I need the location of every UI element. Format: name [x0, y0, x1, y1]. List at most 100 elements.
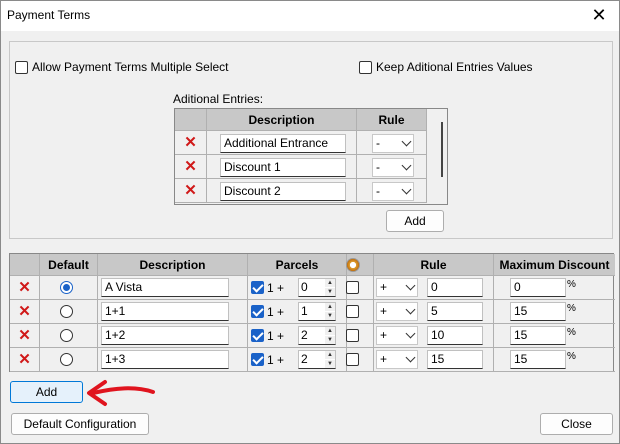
rule-value: -	[376, 184, 380, 198]
chevron-down-icon	[401, 160, 412, 171]
max-discount-input[interactable]: 15	[510, 302, 566, 321]
chevron-down-icon	[405, 304, 416, 315]
rule-value: +	[380, 304, 388, 318]
percent-unit: %	[567, 279, 576, 290]
parcels-prefix: 1 +	[267, 281, 285, 295]
rule-select[interactable]: +	[376, 350, 418, 369]
parcels-prefix: 1 +	[267, 329, 285, 343]
additional-entry-rule-select[interactable]: -	[372, 158, 414, 177]
parcels-stepper[interactable]: 0 ▲ ▼	[298, 278, 336, 297]
max-discount-input[interactable]: 0	[510, 278, 566, 297]
chevron-down-icon	[405, 352, 416, 363]
rule-value-input[interactable]: 0	[427, 278, 483, 297]
allow-multi-select-checkbox[interactable]: Allow Payment Terms Multiple Select	[15, 60, 229, 74]
delete-icon[interactable]: ✕	[10, 324, 40, 348]
delete-icon[interactable]: ✕	[10, 276, 40, 300]
spin-down-icon[interactable]: ▼	[325, 336, 335, 344]
spin-up-icon[interactable]: ▲	[325, 327, 335, 335]
chevron-down-icon	[401, 184, 412, 195]
column-header-default: Default	[40, 254, 98, 276]
term-description-input[interactable]: A Vista	[101, 278, 229, 297]
additional-entry-rule-select[interactable]: -	[372, 134, 414, 153]
spin-down-icon[interactable]: ▼	[325, 312, 335, 320]
percent-unit: %	[567, 351, 576, 362]
parcels-checkbox[interactable]	[251, 329, 264, 342]
column-header-description: Description	[98, 254, 248, 276]
delete-icon[interactable]: ✕	[10, 348, 40, 372]
rule-value-input[interactable]: 5	[427, 302, 483, 321]
percent-unit: %	[567, 327, 576, 338]
rule-select[interactable]: +	[376, 302, 418, 321]
column-header-max-discount: Maximum Discount	[494, 254, 615, 276]
gear-icon[interactable]	[346, 258, 360, 272]
keep-additional-values-checkbox[interactable]: Keep Aditional Entries Values	[359, 60, 533, 74]
additional-entry-description-input[interactable]: Additional Entrance	[220, 134, 346, 153]
parcels-stepper[interactable]: 1 ▲ ▼	[298, 302, 336, 321]
parcels-prefix: 1 +	[267, 353, 285, 367]
additional-entry-description-input[interactable]: Discount 1	[220, 158, 346, 177]
window-title: Payment Terms	[7, 8, 91, 22]
term-description-input[interactable]: 1+2	[101, 326, 229, 345]
rule-value: +	[380, 328, 388, 342]
close-icon[interactable]: ✕	[589, 5, 609, 25]
chevron-down-icon	[405, 280, 416, 291]
additional-entry-description-input[interactable]: Discount 2	[220, 182, 346, 201]
rule-select[interactable]: +	[376, 278, 418, 297]
default-radio[interactable]	[60, 353, 73, 366]
parcels-prefix: 1 +	[267, 305, 285, 319]
rule-value-input[interactable]: 15	[427, 350, 483, 369]
spin-down-icon[interactable]: ▼	[325, 360, 335, 368]
spin-up-icon[interactable]: ▲	[325, 279, 335, 287]
rule-value: -	[376, 160, 380, 174]
additional-entries-add-button[interactable]: Add	[386, 210, 444, 232]
checkbox-icon[interactable]	[15, 60, 28, 74]
term-description-input[interactable]: 1+3	[101, 350, 229, 369]
parcels-value: 2	[301, 328, 308, 342]
parcels-option-checkbox[interactable]	[346, 329, 359, 342]
add-payment-term-button[interactable]: Add	[10, 381, 83, 403]
delete-icon[interactable]: ✕	[10, 300, 40, 324]
additional-entries-scrollbar[interactable]	[441, 122, 443, 177]
default-configuration-button[interactable]: Default Configuration	[11, 413, 149, 435]
spin-down-icon[interactable]: ▼	[325, 288, 335, 296]
parcels-option-checkbox[interactable]	[346, 281, 359, 294]
delete-icon[interactable]: ✕	[175, 155, 207, 179]
spin-up-icon[interactable]: ▲	[325, 303, 335, 311]
parcels-value: 1	[301, 304, 308, 318]
column-header-description: Description	[207, 109, 357, 131]
parcels-stepper[interactable]: 2 ▲ ▼	[298, 350, 336, 369]
spin-up-icon[interactable]: ▲	[325, 351, 335, 359]
allow-multi-select-label: Allow Payment Terms Multiple Select	[32, 60, 229, 74]
column-header-rule: Rule	[357, 109, 427, 131]
parcels-option-checkbox[interactable]	[346, 305, 359, 318]
chevron-down-icon	[405, 328, 416, 339]
parcels-checkbox[interactable]	[251, 305, 264, 318]
payment-terms-header: Default Description Parcels Rule Maximum…	[10, 254, 615, 276]
chevron-down-icon	[401, 136, 412, 147]
additional-entries-label: Aditional Entries:	[173, 92, 264, 106]
close-button[interactable]: Close	[540, 413, 613, 435]
default-radio[interactable]	[60, 281, 73, 294]
default-radio[interactable]	[60, 305, 73, 318]
keep-additional-values-label: Keep Aditional Entries Values	[376, 60, 533, 74]
rule-value-input[interactable]: 10	[427, 326, 483, 345]
parcels-option-checkbox[interactable]	[346, 353, 359, 366]
parcels-value: 0	[301, 280, 308, 294]
delete-icon[interactable]: ✕	[175, 179, 207, 203]
parcels-stepper[interactable]: 2 ▲ ▼	[298, 326, 336, 345]
max-discount-input[interactable]: 15	[510, 326, 566, 345]
checkbox-icon[interactable]	[359, 60, 372, 74]
percent-unit: %	[567, 303, 576, 314]
parcels-checkbox[interactable]	[251, 281, 264, 294]
delete-icon[interactable]: ✕	[175, 131, 207, 155]
rule-value: -	[376, 136, 380, 150]
max-discount-input[interactable]: 15	[510, 350, 566, 369]
additional-entry-rule-select[interactable]: -	[372, 182, 414, 201]
column-header-rule: Rule	[374, 254, 494, 276]
additional-entries-header: Description Rule	[175, 109, 427, 131]
parcels-value: 2	[301, 352, 308, 366]
rule-select[interactable]: +	[376, 326, 418, 345]
parcels-checkbox[interactable]	[251, 353, 264, 366]
default-radio[interactable]	[60, 329, 73, 342]
term-description-input[interactable]: 1+1	[101, 302, 229, 321]
